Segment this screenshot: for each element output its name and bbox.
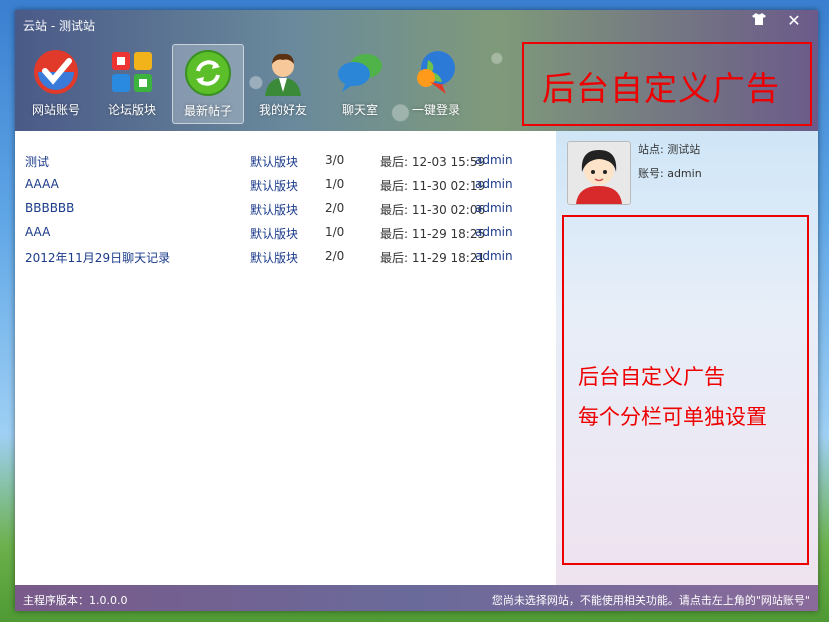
- post-board[interactable]: 默认版块: [250, 177, 310, 194]
- post-board[interactable]: 默认版块: [250, 201, 310, 218]
- post-last: 最后: 11-30 02:06: [380, 203, 486, 217]
- status-bar: 主程序版本：1.0.0.0 您尚未选择网站，不能使用相关功能。请点击左上角的"网…: [15, 585, 818, 611]
- close-icon[interactable]: ✕: [780, 12, 808, 30]
- nav-label: 聊天室: [341, 103, 378, 117]
- app-window: 云站 - 测试站 ✕ 网站账号 论坛版块 最新帖子 我的好友 聊天室 一键登录 …: [15, 10, 818, 611]
- post-board[interactable]: 默认版块: [250, 225, 310, 242]
- nav-label: 一键登录: [411, 103, 460, 117]
- nav-website-account[interactable]: 网站账号: [21, 44, 91, 122]
- nav-one-click-login[interactable]: 一键登录: [401, 44, 471, 122]
- nav-chat-room[interactable]: 聊天室: [325, 44, 395, 122]
- post-count: 3/0: [325, 153, 345, 167]
- post-count: 2/0: [325, 249, 345, 263]
- post-count: 2/0: [325, 201, 345, 215]
- version-text: 主程序版本：1.0.0.0: [23, 594, 128, 607]
- post-last: 最后: 11-29 18:25: [380, 227, 486, 241]
- post-last: 最后: 11-29 18:21: [380, 251, 486, 265]
- nav-label: 网站账号: [31, 103, 80, 117]
- post-count: 1/0: [325, 225, 345, 239]
- nav-label: 最新帖子: [183, 104, 232, 118]
- post-count: 1/0: [325, 177, 345, 191]
- side-ad-line1: 后台自定义广告: [578, 365, 725, 389]
- post-board[interactable]: 默认版块: [250, 153, 310, 170]
- post-author[interactable]: admin: [475, 225, 525, 239]
- post-title[interactable]: AAAA: [25, 177, 245, 191]
- post-title[interactable]: 2012年11月29日聊天记录: [25, 249, 245, 266]
- account-info: 账号: admin: [638, 167, 702, 180]
- nav-label: 论坛版块: [107, 103, 156, 117]
- post-author[interactable]: admin: [475, 153, 525, 167]
- top-ad-text: 后台自定义广告: [542, 69, 780, 108]
- post-last: 最后: 12-03 15:59: [380, 155, 486, 169]
- skin-icon[interactable]: [745, 12, 773, 30]
- site-info: 站点: 测试站: [638, 143, 701, 156]
- nav-my-friends[interactable]: 我的好友: [248, 44, 318, 122]
- globe-icon: [412, 48, 460, 96]
- check-icon: [32, 48, 80, 96]
- grid-icon: [108, 48, 156, 96]
- post-author[interactable]: admin: [475, 201, 525, 215]
- side-ad-banner[interactable]: 后台自定义广告 每个分栏可单独设置: [562, 215, 809, 565]
- toolbar: 云站 - 测试站 ✕ 网站账号 论坛版块 最新帖子 我的好友 聊天室 一键登录 …: [15, 10, 818, 131]
- refresh-icon: [184, 49, 232, 97]
- nav-label: 我的好友: [258, 103, 307, 117]
- post-title[interactable]: BBBBBB: [25, 201, 245, 215]
- side-ad-line2: 每个分栏可单独设置: [578, 405, 767, 429]
- post-last: 最后: 11-30 02:19: [380, 179, 486, 193]
- user-icon: [259, 48, 307, 96]
- post-author[interactable]: admin: [475, 177, 525, 191]
- status-message: 您尚未选择网站，不能使用相关功能。请点击左上角的"网站账号": [491, 594, 810, 607]
- post-board[interactable]: 默认版块: [250, 249, 310, 266]
- top-ad-banner[interactable]: 后台自定义广告: [522, 42, 812, 126]
- nav-forum-boards[interactable]: 论坛版块: [97, 44, 167, 122]
- chat-icon: [336, 48, 384, 96]
- post-list: 测试 默认版块 3/0 最后: 12-03 15:59 admin AAAA 默…: [15, 131, 555, 585]
- side-panel: 站点: 测试站 账号: admin 后台自定义广告 每个分栏可单独设置: [556, 131, 818, 585]
- post-title[interactable]: AAA: [25, 225, 245, 239]
- post-author[interactable]: admin: [475, 249, 525, 263]
- window-title: 云站 - 测试站: [23, 19, 95, 33]
- avatar[interactable]: [567, 141, 631, 205]
- nav-latest-posts[interactable]: 最新帖子: [172, 44, 244, 124]
- post-title[interactable]: 测试: [25, 153, 245, 170]
